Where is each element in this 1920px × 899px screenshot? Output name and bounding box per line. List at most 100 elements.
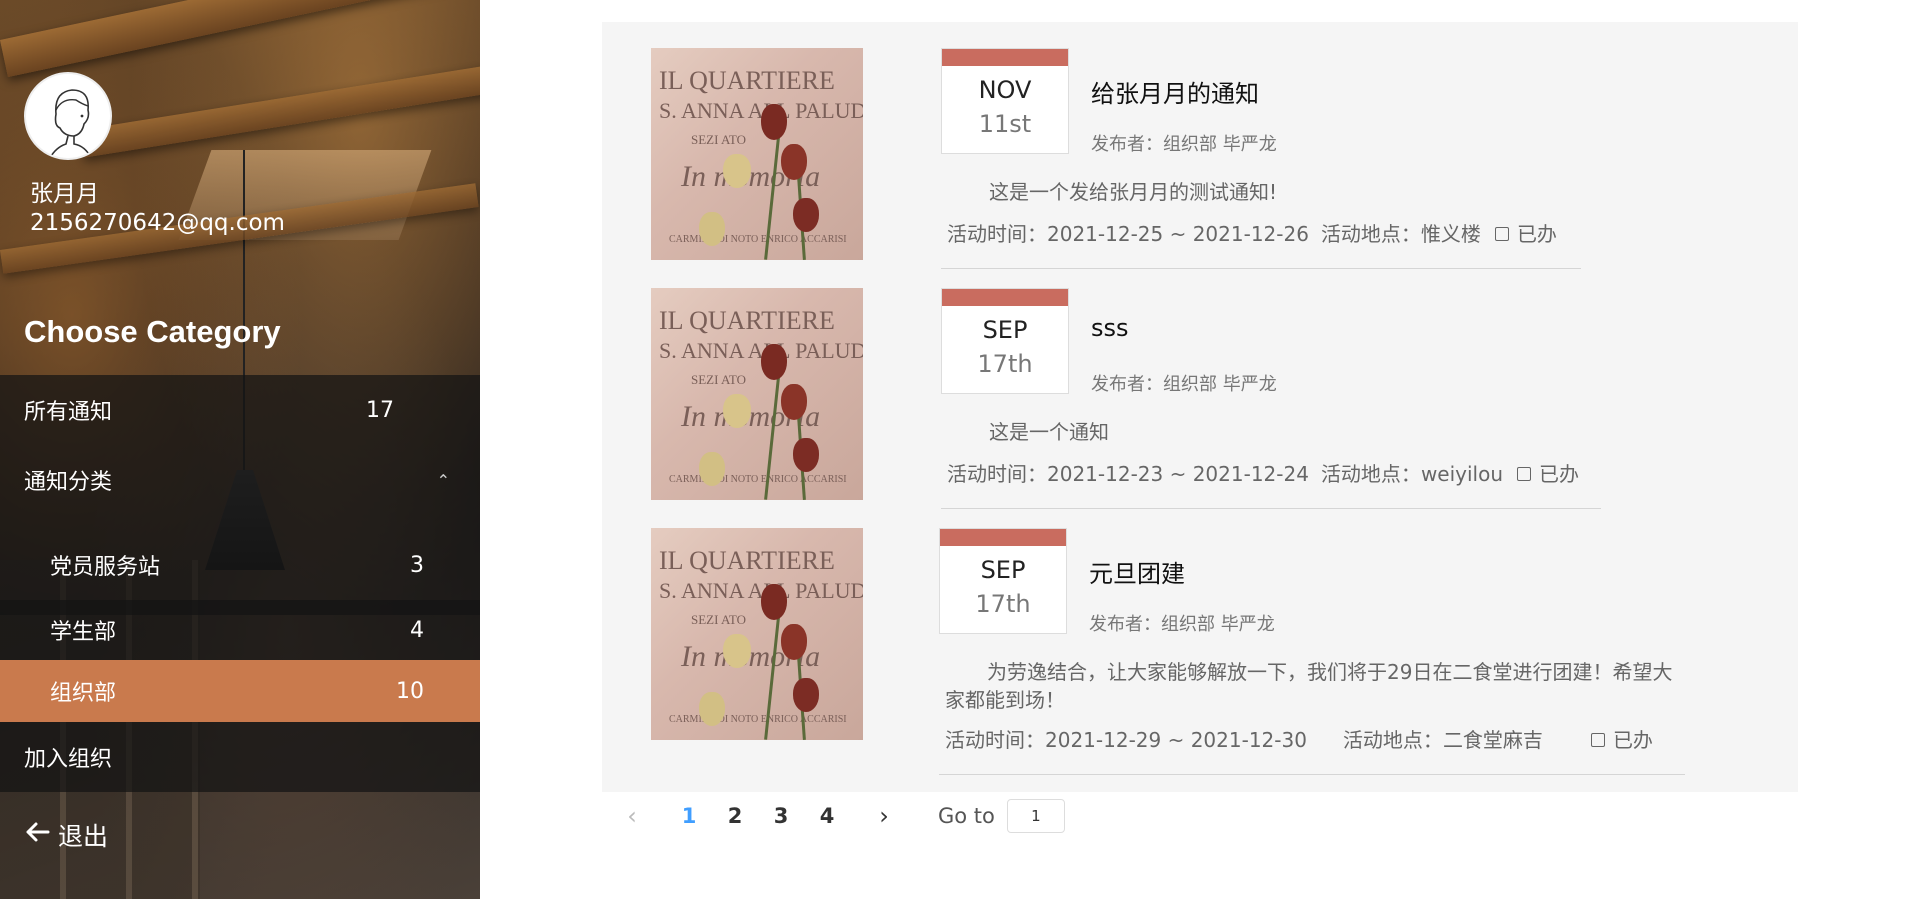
- notice-meta: 活动时间：2021-12-23 ~ 2021-12-24 活动地点：weiyilo…: [947, 458, 1593, 487]
- date-strip: [942, 49, 1068, 66]
- notice-title[interactable]: sss: [1091, 314, 1129, 342]
- user-avatar-icon: [49, 89, 92, 158]
- thumbnail-sign-text: CARMINE DI NOTO ENRICO ACCARISI: [669, 234, 847, 245]
- page-button-3[interactable]: 3: [758, 804, 804, 828]
- avatar[interactable]: [24, 72, 112, 160]
- tulip-flower: [699, 692, 725, 726]
- page-button-2[interactable]: 2: [712, 804, 758, 828]
- date-month: SEP: [980, 556, 1026, 584]
- category-label: 组织部: [50, 681, 117, 706]
- done-label: 已办: [1539, 462, 1580, 486]
- notice-publisher: 发布者：组织部 毕严龙: [1089, 614, 1275, 635]
- notice-description: 这是一个通知: [989, 420, 1109, 444]
- activity-time: 2021-12-25 ~ 2021-12-26: [1047, 222, 1309, 246]
- category-count: 3: [410, 552, 424, 578]
- category-item-student-dept[interactable]: 学生部 4: [0, 600, 480, 660]
- date-strip: [940, 529, 1066, 546]
- arrow-left-icon: [24, 820, 50, 850]
- page-button-4[interactable]: 4: [804, 804, 850, 828]
- goto-label: Go to: [938, 804, 995, 828]
- notice-meta: 活动时间：2021-12-25 ~ 2021-12-26 活动地点：惟义楼 已办: [947, 218, 1573, 247]
- date-month: NOV: [978, 76, 1032, 104]
- user-name: 张月月: [30, 181, 99, 207]
- activity-time: 2021-12-29 ~ 2021-12-30: [1045, 728, 1307, 752]
- menu-item-label: 所有通知: [24, 400, 113, 425]
- page-button-1[interactable]: 1: [666, 804, 712, 828]
- time-label: 活动时间：: [947, 222, 1047, 246]
- notice-card[interactable]: IL QUARTIERE S. ANNA ALL PALUDI SEZI ATO…: [651, 288, 1651, 528]
- done-label: 已办: [1516, 222, 1557, 246]
- notice-divider: [941, 508, 1601, 509]
- thumbnail-sign-text: SEZI ATO: [691, 132, 747, 147]
- done-label: 已办: [1612, 728, 1653, 752]
- done-checkbox[interactable]: [1517, 467, 1532, 481]
- logout-label: 退出: [58, 822, 109, 851]
- category-count: 10: [396, 678, 424, 704]
- date-day: 11st: [978, 110, 1032, 138]
- date-card: SEP 17th: [939, 528, 1067, 634]
- place-label: 活动地点：: [1342, 728, 1443, 752]
- notice-publisher: 发布者：组织部 毕严龙: [1091, 134, 1277, 155]
- menu-item-all-notices[interactable]: 所有通知 17: [0, 375, 480, 445]
- thumbnail-sign-text: CARMINE DI NOTO ENRICO ACCARISI: [669, 714, 847, 725]
- notice-thumbnail[interactable]: IL QUARTIERE S. ANNA ALL PALUDI SEZI ATO…: [651, 48, 863, 260]
- date-day: 17th: [975, 590, 1031, 618]
- user-email: 2156270642@qq.com: [30, 210, 285, 236]
- notice-description: 为劳逸结合，让大家能够解放一下，我们将于29日在二食堂进行团建！希望大家都能到场…: [945, 660, 1673, 712]
- category-count: 4: [410, 617, 424, 643]
- menu-group-categories[interactable]: 通知分类 ⌃: [0, 445, 480, 515]
- sidebar: 张月月 2156270642@qq.com Choose Category 所有…: [0, 0, 480, 899]
- notice-title[interactable]: 给张月月的通知: [1091, 74, 1259, 109]
- activity-place: weiyilou: [1420, 462, 1504, 486]
- notice-divider: [941, 268, 1581, 269]
- tulip-flower: [761, 344, 787, 380]
- menu-item-count: 17: [366, 397, 394, 423]
- category-heading: Choose Category: [24, 314, 281, 349]
- date-card: NOV 11st: [941, 48, 1069, 154]
- tulip-flower: [781, 144, 807, 180]
- place-label: 活动地点：: [1320, 462, 1421, 486]
- date-month: SEP: [982, 316, 1028, 344]
- activity-place: 二食堂麻吉: [1442, 728, 1543, 752]
- done-checkbox[interactable]: [1590, 733, 1605, 747]
- category-label: 党员服务站: [50, 555, 161, 580]
- tulip-flower: [793, 438, 819, 472]
- notice-title[interactable]: 元旦团建: [1089, 554, 1185, 589]
- tulip-flower: [781, 624, 807, 660]
- thumbnail-sign-text: CARMINE DI NOTO ENRICO ACCARISI: [669, 474, 847, 485]
- menu-item-join-org[interactable]: 加入组织: [0, 722, 480, 792]
- tulip-flower: [761, 584, 787, 620]
- menu-item-label: 加入组织: [24, 747, 113, 772]
- notice-card[interactable]: IL QUARTIERE S. ANNA ALL PALUDI SEZI ATO…: [651, 528, 1685, 792]
- activity-time: 2021-12-23 ~ 2021-12-24: [1047, 462, 1309, 486]
- menu-group-label: 通知分类: [24, 470, 113, 495]
- notice-thumbnail[interactable]: IL QUARTIERE S. ANNA ALL PALUDI SEZI ATO…: [651, 288, 863, 500]
- tulip-flower: [761, 104, 787, 140]
- notice-divider: [939, 774, 1685, 775]
- goto-page-input[interactable]: [1006, 799, 1065, 833]
- thumbnail-sign-text: IL QUARTIERE: [659, 546, 835, 575]
- notice-card[interactable]: IL QUARTIERE S. ANNA ALL PALUDI SEZI ATO…: [651, 48, 1651, 288]
- category-item-party-service[interactable]: 党员服务站 3: [0, 530, 480, 600]
- tulip-flower: [793, 678, 819, 712]
- notice-description: 这是一个发给张月月的测试通知!: [989, 180, 1278, 204]
- logout-button[interactable]: 退出: [0, 800, 480, 870]
- place-label: 活动地点：: [1320, 222, 1421, 246]
- thumbnail-sign-text: IL QUARTIERE: [659, 306, 835, 335]
- done-checkbox[interactable]: [1494, 227, 1509, 241]
- notice-thumbnail[interactable]: IL QUARTIERE S. ANNA ALL PALUDI SEZI ATO…: [651, 528, 863, 740]
- thumbnail-sign-text: SEZI ATO: [691, 372, 747, 387]
- thumbnail-sign-text: IL QUARTIERE: [659, 66, 835, 95]
- category-item-organization-dept[interactable]: 组织部 10: [0, 660, 480, 722]
- tulip-flower: [793, 198, 819, 232]
- tulip-flower: [723, 634, 751, 668]
- tulip-flower: [723, 154, 751, 188]
- time-label: 活动时间：: [947, 462, 1047, 486]
- time-label: 活动时间：: [945, 728, 1045, 752]
- chevron-left-icon[interactable]: ‹: [620, 802, 644, 830]
- chevron-right-icon[interactable]: ›: [872, 802, 896, 830]
- tulip-flower: [781, 384, 807, 420]
- tulip-flower: [699, 212, 725, 246]
- date-strip: [942, 289, 1068, 306]
- thumbnail-sign-text: SEZI ATO: [691, 612, 747, 627]
